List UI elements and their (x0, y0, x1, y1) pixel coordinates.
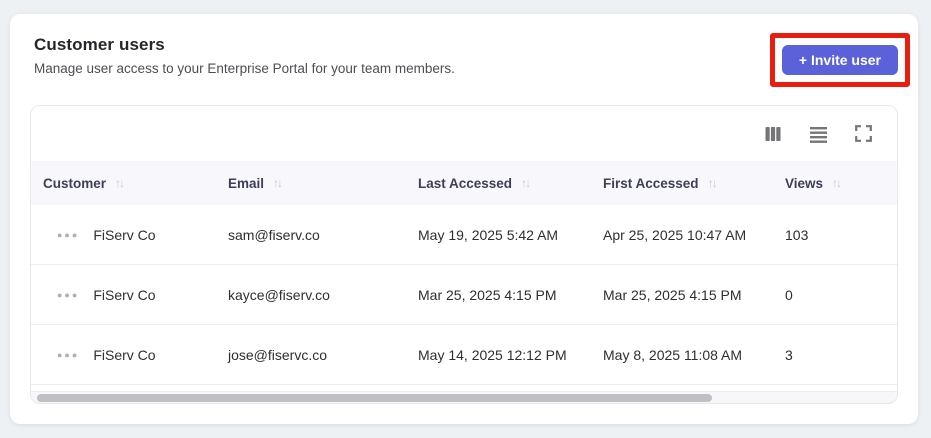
users-table-card: Customer ↑↓ Email ↑↓ Last Accessed ↑↓ Fi… (30, 105, 898, 404)
page-title: Customer users (34, 35, 165, 54)
table-row: ●●● FiServ Co sam@fiserv.co May 19, 2025… (31, 205, 897, 265)
cell-first-accessed: May 8, 2025 11:08 AM (603, 346, 743, 363)
sort-icon[interactable]: ↑↓ (521, 176, 531, 190)
sort-icon[interactable]: ↑↓ (832, 176, 842, 190)
column-header-views[interactable]: Views ↑↓ (773, 176, 897, 191)
fullscreen-icon[interactable] (853, 124, 873, 144)
cell-customer: ●●● FiServ Co (31, 347, 216, 363)
sort-icon[interactable]: ↑↓ (708, 176, 718, 190)
row-menu-icon[interactable]: ●●● (57, 229, 79, 240)
cell-email: kayce@fiserv.co (228, 286, 330, 303)
column-header-first-accessed[interactable]: First Accessed ↑↓ (591, 176, 773, 191)
column-label: Email (228, 175, 265, 191)
table-row: ●●● FiServ Co jose@fiservc.co May 14, 20… (31, 325, 897, 385)
cell-customer: ●●● FiServ Co (31, 287, 216, 303)
cell-email: sam@fiserv.co (228, 226, 320, 243)
column-label: First Accessed (603, 175, 699, 191)
cell-last-accessed: May 14, 2025 12:12 PM (418, 346, 567, 363)
columns-icon[interactable] (763, 124, 783, 144)
customer-name: FiServ Co (93, 346, 156, 363)
column-label: Views (785, 175, 824, 191)
scrollbar-thumb[interactable] (37, 394, 713, 402)
cell-views: 3 (785, 346, 793, 363)
sort-icon[interactable]: ↑↓ (115, 176, 125, 190)
customer-name: FiServ Co (93, 226, 156, 243)
column-header-email[interactable]: Email ↑↓ (216, 176, 406, 191)
table-row: ●●● FiServ Co kayce@fiserv.co Mar 25, 20… (31, 265, 897, 325)
cell-last-accessed: Mar 25, 2025 4:15 PM (418, 286, 557, 303)
column-header-last-accessed[interactable]: Last Accessed ↑↓ (406, 176, 591, 191)
cell-last-accessed: May 19, 2025 5:42 AM (418, 226, 559, 243)
cell-views: 103 (785, 226, 809, 243)
customer-name: FiServ Co (93, 286, 156, 303)
sort-icon[interactable]: ↑↓ (273, 176, 283, 190)
column-label: Last Accessed (418, 175, 513, 191)
cell-customer: ●●● FiServ Co (31, 227, 216, 243)
horizontal-scrollbar[interactable] (31, 391, 897, 403)
invite-user-button[interactable]: + Invite user (781, 45, 898, 75)
row-menu-icon[interactable]: ●●● (57, 349, 79, 360)
column-label: Customer (43, 175, 107, 191)
cell-first-accessed: Mar 25, 2025 4:15 PM (603, 286, 742, 303)
column-header-customer[interactable]: Customer ↑↓ (31, 176, 216, 191)
density-icon[interactable] (808, 124, 828, 144)
table-header-row: Customer ↑↓ Email ↑↓ Last Accessed ↑↓ Fi… (31, 161, 897, 205)
content-card: Customer users Manage user access to you… (10, 14, 918, 424)
row-menu-icon[interactable]: ●●● (57, 289, 79, 300)
cell-email: jose@fiservc.co (228, 346, 328, 363)
page-subtitle: Manage user access to your Enterprise Po… (34, 61, 455, 76)
cell-views: 0 (785, 286, 793, 303)
cell-first-accessed: Apr 25, 2025 10:47 AM (603, 226, 747, 243)
annotation-highlight: + Invite user (769, 33, 910, 87)
table-toolbar (31, 106, 897, 161)
